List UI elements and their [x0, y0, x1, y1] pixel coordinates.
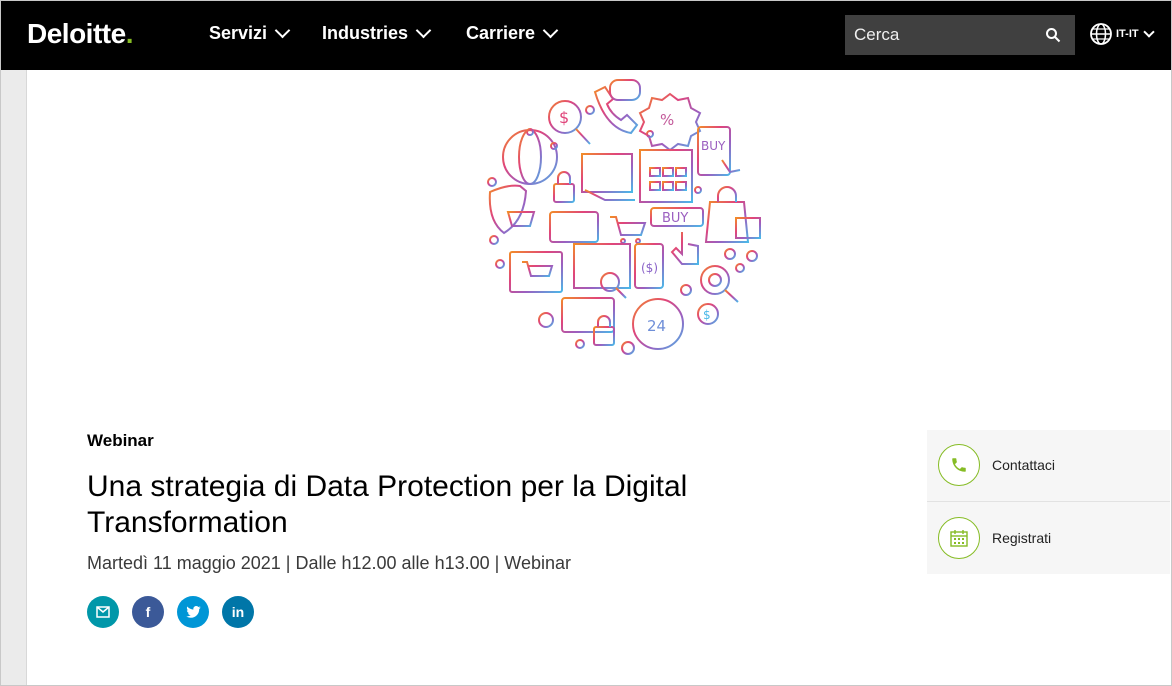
mobile-payment-icon: ($)	[634, 243, 664, 289]
chevron-down-icon	[1142, 26, 1155, 38]
dollar-search-icon: $	[548, 100, 591, 145]
clock-24-icon: 24	[632, 298, 684, 350]
search-box	[845, 15, 1075, 55]
calendar-icon	[950, 530, 968, 547]
register-label: Registrati	[992, 530, 1052, 546]
contact-us-link[interactable]: Contattaci	[927, 430, 1170, 500]
nav-carriere[interactable]: Carriere	[466, 22, 559, 44]
register-link[interactable]: Registrati	[927, 503, 1170, 573]
linkedin-icon: in	[231, 604, 245, 620]
globe-icon	[1090, 23, 1112, 45]
svg-text:%: %	[660, 111, 674, 129]
svg-text:24: 24	[647, 317, 666, 335]
facebook-icon: f	[145, 604, 151, 620]
search-icon[interactable]	[1045, 27, 1061, 43]
share-buttons: f in	[87, 596, 254, 628]
top-navigation-bar: Deloitte. Servizi Industries Carriere IT…	[1, 1, 1171, 70]
nav-servizi-label: Servizi	[209, 23, 268, 43]
monitor-cart-icon	[509, 251, 563, 303]
svg-text:BUY: BUY	[701, 139, 726, 153]
logo-text: Deloitte	[27, 18, 126, 49]
shield-icon	[488, 184, 536, 235]
sidebar-divider	[927, 501, 1170, 502]
target-search-icon	[700, 265, 739, 303]
hero-illustration: $ % BUY BUY ($) 24 $	[487, 79, 761, 355]
globe-icon	[502, 129, 558, 185]
svg-text:$: $	[559, 108, 569, 127]
calendar-icon-circle	[938, 517, 980, 559]
action-sidebar: Contattaci Registrati	[927, 430, 1170, 574]
svg-text:$: $	[703, 308, 711, 322]
share-email-button[interactable]	[87, 596, 119, 628]
language-selector[interactable]: IT-IT	[1089, 22, 1155, 46]
svg-text:BUY: BUY	[662, 211, 688, 226]
left-gutter	[1, 70, 27, 685]
nav-servizi[interactable]: Servizi	[209, 22, 291, 44]
nav-industries-label: Industries	[322, 23, 409, 43]
lock-icon	[553, 171, 575, 203]
credit-card-icon	[549, 211, 599, 243]
share-linkedin-button[interactable]: in	[222, 596, 254, 628]
event-details: Martedì 11 maggio 2021 | Dalle h12.00 al…	[87, 553, 571, 573]
phone-icon-circle	[938, 444, 980, 486]
envelope-icon	[96, 606, 110, 618]
svg-text:($): ($)	[641, 261, 658, 275]
content-type-label: Webinar	[87, 431, 154, 450]
package-icon	[581, 153, 635, 201]
dollar-coin-icon: $	[697, 303, 719, 325]
twitter-bird-icon	[185, 606, 201, 618]
contact-us-label: Contattaci	[992, 457, 1056, 473]
deloitte-logo[interactable]: Deloitte.	[27, 18, 133, 50]
share-twitter-button[interactable]	[177, 596, 209, 628]
shopping-bag-icon	[704, 186, 761, 243]
discount-badge-icon: %	[638, 92, 702, 152]
chevron-down-icon	[274, 22, 291, 39]
page-title: Una strategia di Data Protection per la …	[87, 470, 688, 539]
secure-payment-icon	[561, 297, 615, 346]
barcode-icon	[573, 243, 631, 299]
logo-dot: .	[125, 18, 134, 49]
nav-industries[interactable]: Industries	[322, 22, 432, 44]
mobile-buy-icon: BUY	[697, 126, 741, 176]
shopping-cart-icon	[610, 216, 647, 244]
language-label: IT-IT	[1116, 28, 1139, 40]
nav-carriere-label: Carriere	[466, 23, 536, 43]
phone-icon	[952, 458, 966, 472]
web-shop-icon	[639, 149, 693, 203]
chevron-down-icon	[415, 22, 432, 39]
buy-button-icon: BUY	[650, 207, 704, 265]
chevron-down-icon	[542, 22, 559, 39]
phone-chat-icon	[593, 79, 641, 135]
share-facebook-button[interactable]: f	[132, 596, 164, 628]
search-input[interactable]	[845, 15, 1044, 55]
